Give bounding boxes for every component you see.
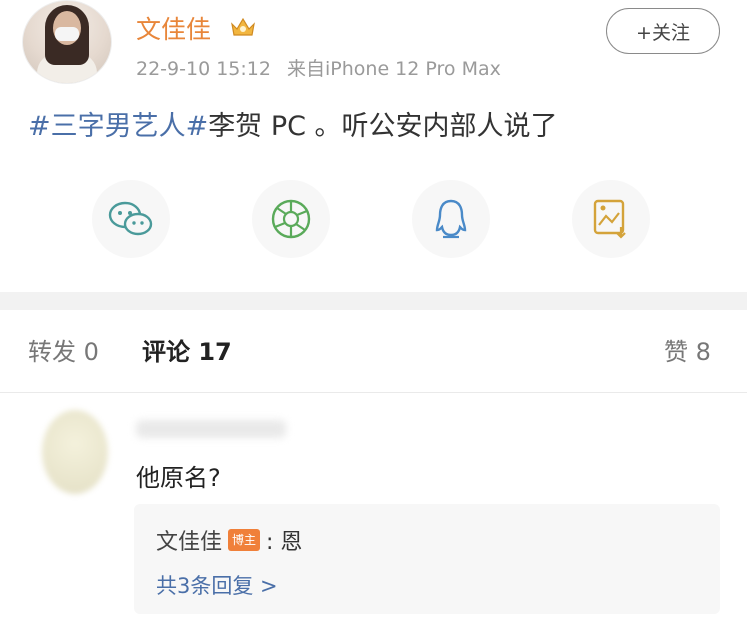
share-save-image-button[interactable] (572, 180, 650, 258)
save-image-icon (593, 199, 626, 239)
author-avatar[interactable] (22, 0, 112, 84)
wechat-icon (108, 201, 153, 236)
tabs-divider (0, 392, 747, 393)
share-moments-button[interactable] (252, 180, 330, 258)
post-meta: 22-9-10 15:12 来自iPhone 12 Pro Max (136, 54, 501, 81)
blogger-badge: 博主 (228, 529, 261, 551)
reply-line: 文佳佳 博主 : 恩 (156, 524, 302, 556)
share-row (0, 180, 747, 258)
interaction-tabs: 转发 0 评论 17 赞 8 (0, 332, 747, 382)
reply-box[interactable]: 文佳佳 博主 : 恩 共3条回复 > (134, 504, 720, 614)
post-body: 李贺 PC 。听公安内部人说了 (208, 111, 558, 142)
follow-button[interactable]: +关注 (606, 8, 720, 54)
post-text: #三字男艺人#李贺 PC 。听公安内部人说了 (28, 104, 558, 143)
hashtag-link[interactable]: #三字男艺人# (28, 111, 208, 142)
reply-author[interactable]: 文佳佳 (156, 524, 222, 556)
qq-icon (435, 199, 467, 239)
section-divider (0, 292, 747, 310)
commenter-avatar[interactable] (42, 410, 108, 494)
reply-content: : 恩 (266, 530, 303, 555)
share-wechat-button[interactable] (92, 180, 170, 258)
view-all-replies-link[interactable]: 共3条回复 > (156, 570, 278, 600)
author-name[interactable]: 文佳佳 (136, 10, 211, 46)
commenter-name-blurred[interactable] (136, 420, 286, 438)
tab-like[interactable]: 赞 8 (664, 332, 711, 367)
avatar-mask (55, 27, 79, 41)
comment-text: 他原名? (136, 464, 221, 492)
post-time: 22-9-10 15:12 (136, 58, 271, 80)
post-source: 来自iPhone 12 Pro Max (287, 58, 501, 80)
crown-icon (231, 17, 255, 36)
share-qq-button[interactable] (412, 180, 490, 258)
moments-icon (271, 199, 311, 239)
tab-repost[interactable]: 转发 0 (28, 332, 99, 367)
tab-comment[interactable]: 评论 17 (142, 332, 232, 367)
